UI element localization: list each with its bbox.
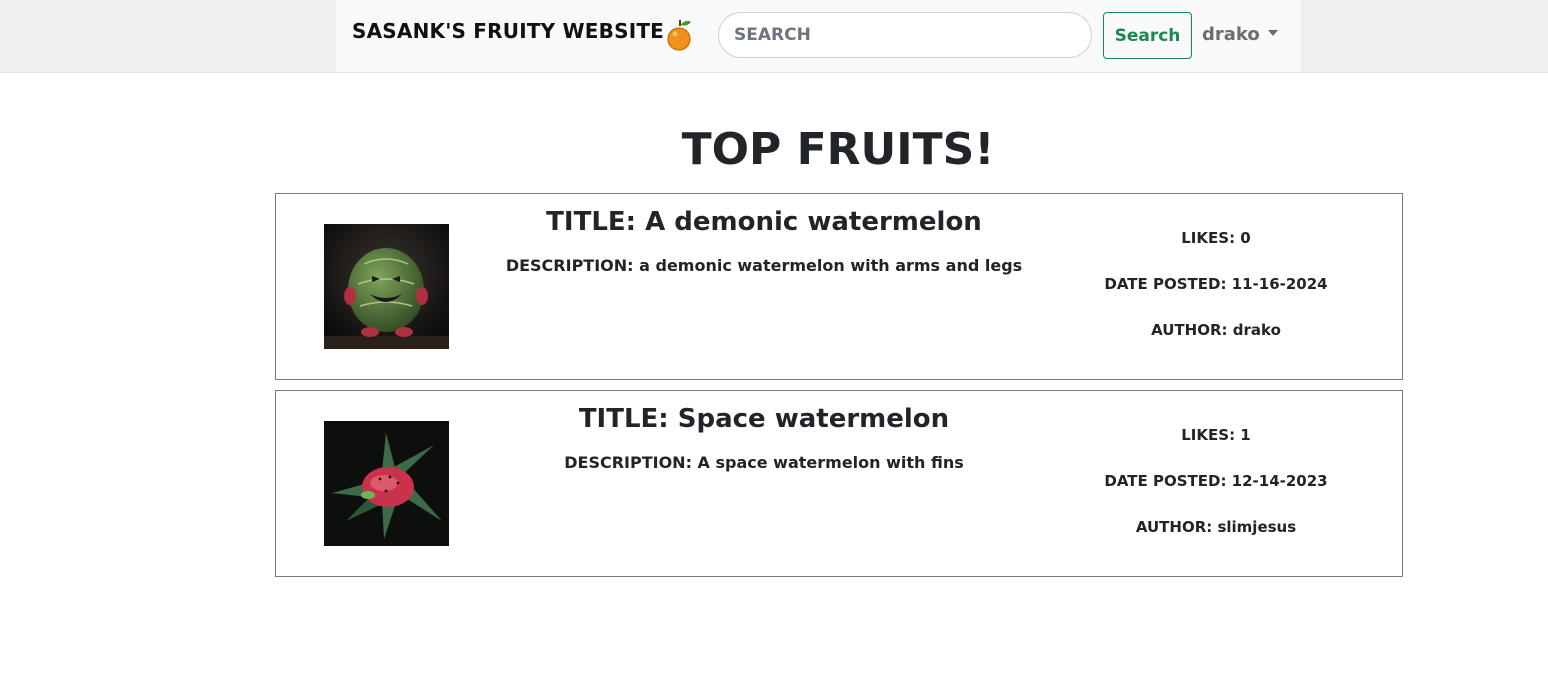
post-title[interactable]: TITLE: A demonic watermelon (476, 207, 1052, 237)
orange-icon (667, 20, 691, 51)
post-author: AUTHOR: slimjesus (1135, 518, 1297, 536)
post-description: DESCRIPTION: a demonic watermelon with a… (505, 256, 1023, 275)
post-description: DESCRIPTION: A space watermelon with fin… (564, 453, 964, 472)
search-button[interactable]: Search (1103, 12, 1192, 59)
fruit-card: TITLE: Space watermelon DESCRIPTION: A s… (275, 390, 1403, 577)
post-likes: LIKES: 1 (1181, 426, 1251, 444)
post-date: DATE POSTED: 12-14-2023 (1104, 472, 1328, 490)
user-name: drako (1202, 24, 1260, 45)
site-brand[interactable]: SASANK'S FRUITY WEBSITE (352, 19, 664, 43)
navbar: SASANK'S FRUITY WEBSITE Search drako (336, 0, 1301, 72)
user-dropdown[interactable]: drako (1202, 24, 1278, 45)
demonic-watermelon-image[interactable] (324, 224, 449, 349)
page-title: TOP FRUITS! (681, 124, 995, 175)
search-input[interactable] (718, 12, 1092, 58)
post-date: DATE POSTED: 11-16-2024 (1104, 275, 1328, 293)
caret-down-icon (1267, 30, 1278, 36)
space-watermelon-image[interactable] (324, 421, 449, 546)
post-likes: LIKES: 0 (1181, 229, 1251, 247)
fruit-card: TITLE: A demonic watermelon DESCRIPTION:… (275, 193, 1403, 380)
post-author: AUTHOR: drako (1151, 321, 1281, 339)
post-title[interactable]: TITLE: Space watermelon (476, 404, 1052, 434)
